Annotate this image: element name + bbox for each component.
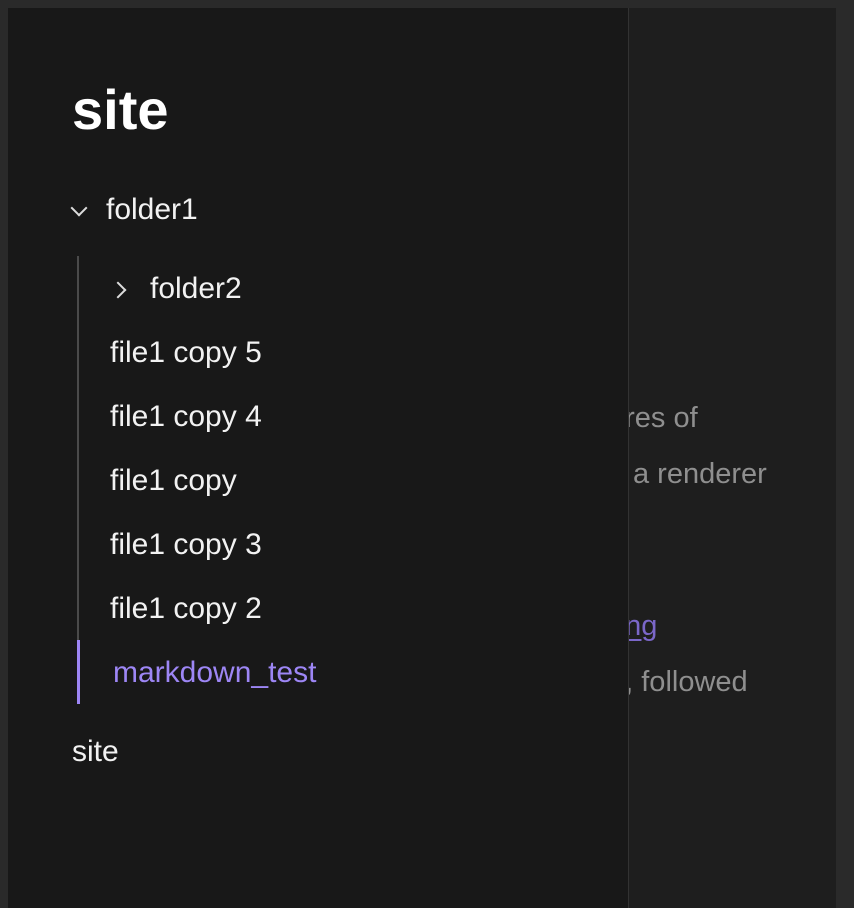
content-text-line: a renderer (633, 458, 767, 490)
folder-item-folder2[interactable]: folder2 (112, 267, 242, 311)
content-text-line: ring (629, 610, 657, 643)
content-text-line: n, followed (628, 666, 748, 699)
folder-label: folder2 (150, 272, 242, 305)
chevron-right-icon[interactable] (112, 279, 132, 299)
indent-guide (77, 256, 79, 704)
chevron-down-icon[interactable] (70, 200, 90, 220)
content-pane: ures of a renderer ring n, followed (628, 8, 836, 908)
content-text: , followed (628, 666, 748, 698)
file-item[interactable]: file1 copy 5 (110, 331, 262, 375)
file-item[interactable]: file1 copy 2 (110, 587, 262, 631)
app-window: ures of a renderer ring n, followed site… (8, 8, 836, 908)
content-text-line: ures of (629, 402, 698, 434)
file-item[interactable]: file1 copy 4 (110, 395, 262, 439)
sidebar: site folder1 folder2 file1 copy 5 file1 … (8, 8, 628, 908)
file-item-active[interactable]: markdown_test (113, 651, 316, 695)
file-item[interactable]: file1 copy (110, 459, 237, 503)
folder-label: folder1 (106, 193, 198, 226)
footer-site-link[interactable]: site (72, 730, 119, 774)
active-indicator (77, 640, 80, 704)
content-link[interactable]: ring (629, 610, 657, 642)
file-item[interactable]: file1 copy 3 (110, 523, 262, 567)
folder-item-folder1[interactable]: folder1 (70, 188, 198, 232)
site-title[interactable]: site (72, 78, 169, 142)
